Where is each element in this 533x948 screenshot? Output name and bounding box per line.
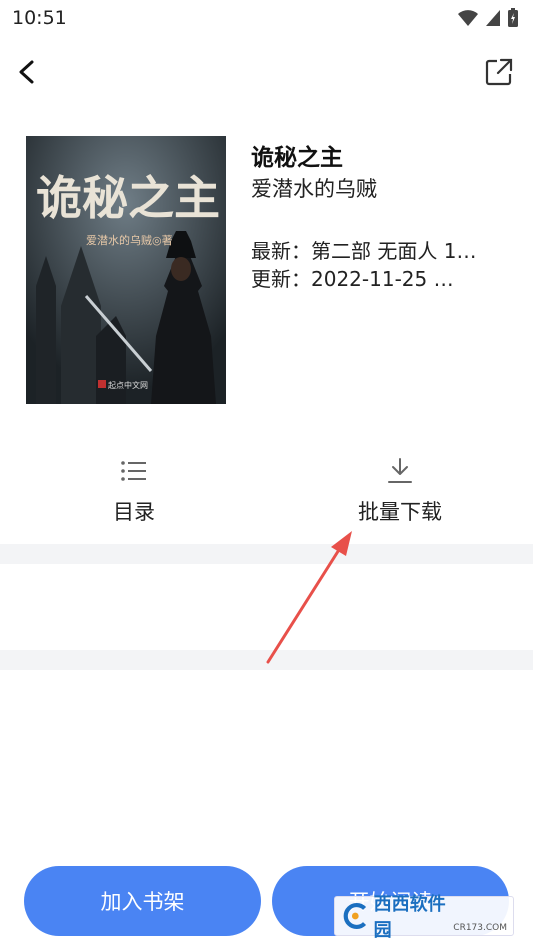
- book-author[interactable]: 爱潜水的乌贼: [251, 175, 521, 203]
- cover-art: 诡秘之主 爱潜水的乌贼◎著 起点中文网: [26, 136, 226, 404]
- add-to-shelf-button[interactable]: 加入书架: [24, 866, 261, 936]
- book-cover[interactable]: 诡秘之主 爱潜水的乌贼◎著 起点中文网: [26, 136, 226, 404]
- watermark-logo-icon: [343, 902, 367, 930]
- watermark-sub: CR173.COM: [453, 923, 507, 933]
- catalog-label: 目录: [113, 500, 155, 524]
- book-title: 诡秘之主: [251, 145, 343, 171]
- share-icon: [485, 58, 513, 86]
- battery-icon: [508, 8, 518, 27]
- cover-title-art: 诡秘之主: [36, 171, 220, 225]
- chevron-left-icon: [19, 60, 34, 84]
- share-button[interactable]: [483, 56, 515, 88]
- section-divider: [0, 650, 533, 670]
- update-date: 更新：2022-11-25 …: [251, 267, 454, 291]
- signal-icon: [486, 10, 500, 26]
- watermark: 西西软件园 CR173.COM: [334, 894, 514, 941]
- section-divider: [0, 544, 533, 564]
- latest-chapter[interactable]: 最新：第二部 无面人 1…: [251, 237, 521, 265]
- catalog-button[interactable]: 目录: [64, 450, 204, 526]
- top-bar: [0, 48, 533, 96]
- watermark-text: 西西软件园: [373, 894, 446, 941]
- status-time: 10:51: [12, 7, 67, 29]
- action-row: 目录 批量下载: [0, 450, 533, 540]
- book-info: 诡秘之主 爱潜水的乌贼 最新：第二部 无面人 1… 更新：2022-11-25 …: [251, 143, 521, 293]
- back-button[interactable]: [12, 56, 44, 88]
- cover-author-line: 爱潜水的乌贼◎著: [86, 233, 173, 247]
- status-icons: [457, 8, 519, 28]
- wifi-icon: [458, 10, 478, 26]
- batch-download-label: 批量下载: [358, 500, 442, 524]
- batch-download-button[interactable]: 批量下载: [330, 450, 470, 526]
- list-icon: [121, 461, 146, 481]
- download-icon: [388, 458, 412, 483]
- cover-publisher: 起点中文网: [108, 380, 148, 390]
- status-bar: 10:51: [0, 0, 533, 36]
